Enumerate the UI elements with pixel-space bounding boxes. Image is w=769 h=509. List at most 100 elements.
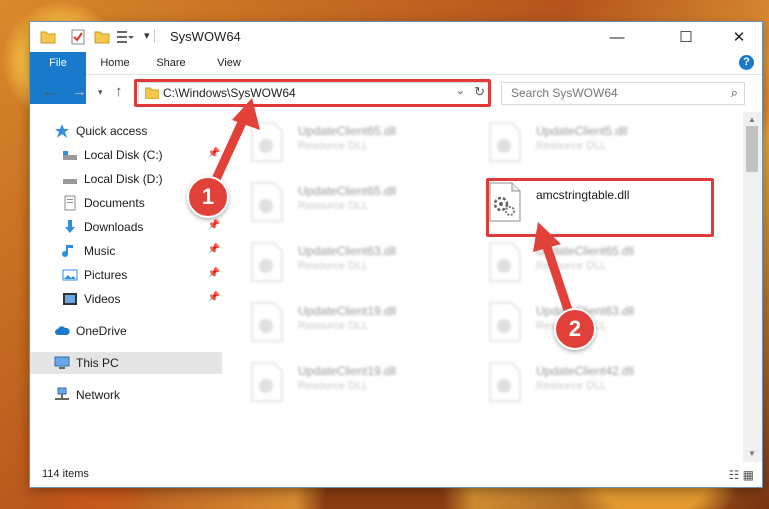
file-list: UpdateClient65.dll Resource DLL UpdateCl…	[228, 112, 742, 462]
list-item[interactable]: UpdateClient63.dll Resource DLL	[228, 238, 458, 290]
list-item[interactable]: UpdateClient65.dll Resource DLL	[228, 118, 458, 170]
file-type: Resource DLL	[298, 380, 369, 392]
file-name: UpdateClient19.dll	[298, 304, 397, 318]
sidebar-item-label: Pictures	[84, 268, 128, 282]
pictures-icon	[62, 269, 78, 281]
ribbon-tabs: File Home Share View ?	[30, 52, 762, 104]
dll-file-icon	[251, 362, 283, 402]
sidebar-item-label: Quick access	[76, 124, 148, 138]
network-icon	[55, 387, 69, 400]
sidebar-item-this-pc[interactable]: This PC	[30, 352, 222, 374]
list-item[interactable]: UpdateClient19.dll Resource DLL	[228, 358, 458, 410]
pin-icon: 📌	[207, 292, 220, 303]
new-folder-icon[interactable]	[94, 29, 110, 45]
file-type: Resource DLL	[536, 140, 607, 152]
scrollbar-thumb[interactable]	[746, 126, 758, 172]
file-name: UpdateClient65.dll	[536, 244, 635, 258]
back-arrow-icon[interactable]: ←	[42, 83, 57, 100]
videos-icon	[63, 293, 77, 305]
file-type: Resource DLL	[298, 200, 369, 212]
file-type: Resource DLL	[536, 260, 607, 272]
address-highlight-box	[134, 79, 491, 107]
sidebar-item-network[interactable]: Network	[30, 384, 222, 406]
title-divider	[154, 29, 155, 43]
vertical-scrollbar[interactable]: ▲ ▼	[743, 112, 762, 462]
sidebar-item-label: Downloads	[84, 220, 144, 234]
sidebar-item-label: Videos	[84, 292, 121, 306]
list-item[interactable]: UpdateClient42.dll Resource DLL	[466, 358, 696, 410]
dll-file-icon	[489, 122, 521, 162]
sidebar-item-label: OneDrive	[76, 324, 127, 338]
search-placeholder: Search SysWOW64	[511, 86, 618, 100]
pin-icon: 📌	[207, 148, 220, 159]
pin-icon: 📌	[207, 220, 220, 231]
forward-arrow-icon[interactable]: →	[72, 83, 87, 100]
close-button[interactable]: ✕	[716, 22, 762, 52]
tab-share[interactable]: Share	[146, 52, 196, 74]
file-name: UpdateClient65.dll	[298, 184, 397, 198]
dll-file-icon	[489, 302, 521, 342]
explorer-window: ▾ SysWOW64 — ☐ ✕ File Home Share View ? …	[30, 22, 762, 487]
scroll-down-icon[interactable]: ▼	[748, 449, 756, 458]
music-icon	[62, 245, 73, 258]
dll-file-icon	[251, 122, 283, 162]
documents-icon	[64, 195, 76, 211]
properties-icon[interactable]	[70, 29, 86, 45]
sidebar-item-label: Local Disk (D:)	[84, 172, 163, 186]
sidebar-item-videos[interactable]: Videos 📌	[30, 288, 222, 310]
list-item[interactable]: UpdateClient5.dll Resource DLL	[466, 118, 696, 170]
file-type: Resource DLL	[298, 260, 369, 272]
file-type: Resource DLL	[298, 140, 369, 152]
sidebar-item-label: Network	[76, 388, 121, 402]
sidebar-item-quick-access[interactable]: Quick access	[30, 120, 222, 142]
file-type: Resource DLL	[298, 320, 369, 332]
dll-file-icon	[251, 182, 283, 222]
scroll-up-icon[interactable]: ▲	[748, 115, 756, 124]
dll-file-icon	[251, 302, 283, 342]
search-input[interactable]: Search SysWOW64 ⌕	[501, 82, 745, 105]
recent-locations-icon[interactable]: ▾	[98, 87, 103, 98]
navigation-pane: Quick access Local Disk (C:) 📌 Local Dis…	[30, 112, 226, 462]
file-type: Resource DLL	[536, 380, 607, 392]
file-name: UpdateClient42.dll	[536, 364, 635, 378]
quick-access-dropdown-icon[interactable]: ▾	[144, 29, 150, 45]
list-item[interactable]: UpdateClient65.dll Resource DLL	[466, 238, 696, 290]
sidebar-item-onedrive[interactable]: OneDrive	[30, 320, 222, 342]
pin-icon: 📌	[207, 244, 220, 255]
item-count: 114 items	[42, 468, 89, 480]
list-item[interactable]: UpdateClient65.dll Resource DLL	[228, 178, 458, 230]
dll-file-icon	[251, 242, 283, 282]
tab-home[interactable]: Home	[90, 52, 140, 74]
sidebar-item-label: Documents	[84, 196, 145, 210]
up-arrow-icon[interactable]: ↑	[115, 83, 123, 100]
help-icon[interactable]: ?	[739, 55, 754, 70]
step-badge-2: 2	[554, 308, 596, 350]
list-item[interactable]: UpdateClient19.dll Resource DLL	[228, 298, 458, 350]
drive-icon	[63, 151, 77, 160]
sidebar-item-local-disk-c[interactable]: Local Disk (C:) 📌	[30, 144, 222, 166]
sidebar-item-music[interactable]: Music 📌	[30, 240, 222, 262]
file-name: UpdateClient63.dll	[298, 244, 397, 258]
search-icon[interactable]: ⌕	[731, 85, 738, 101]
window-title: SysWOW64	[170, 29, 241, 44]
dll-file-icon	[489, 242, 521, 282]
file-highlight-box	[486, 178, 714, 237]
pin-icon: 📌	[207, 268, 220, 279]
file-name: UpdateClient65.dll	[298, 124, 397, 138]
maximize-button[interactable]: ☐	[663, 22, 709, 52]
view-toggle-icons[interactable]: ☷ ▦	[729, 468, 754, 482]
sidebar-item-pictures[interactable]: Pictures 📌	[30, 264, 222, 286]
file-name: UpdateClient19.dll	[298, 364, 397, 378]
customize-toolbar-icon[interactable]	[116, 29, 134, 45]
minimize-button[interactable]: —	[594, 22, 640, 52]
cloud-icon	[55, 326, 70, 335]
dll-file-icon	[489, 362, 521, 402]
folder-icon[interactable]	[40, 29, 56, 45]
step-badge-1: 1	[187, 176, 229, 218]
tab-view[interactable]: View	[204, 52, 254, 74]
drive-icon	[63, 179, 77, 184]
sidebar-item-downloads[interactable]: Downloads 📌	[30, 216, 222, 238]
sidebar-item-label: This PC	[76, 356, 119, 370]
sidebar-item-label: Music	[84, 244, 116, 258]
file-name: UpdateClient5.dll	[536, 124, 628, 138]
